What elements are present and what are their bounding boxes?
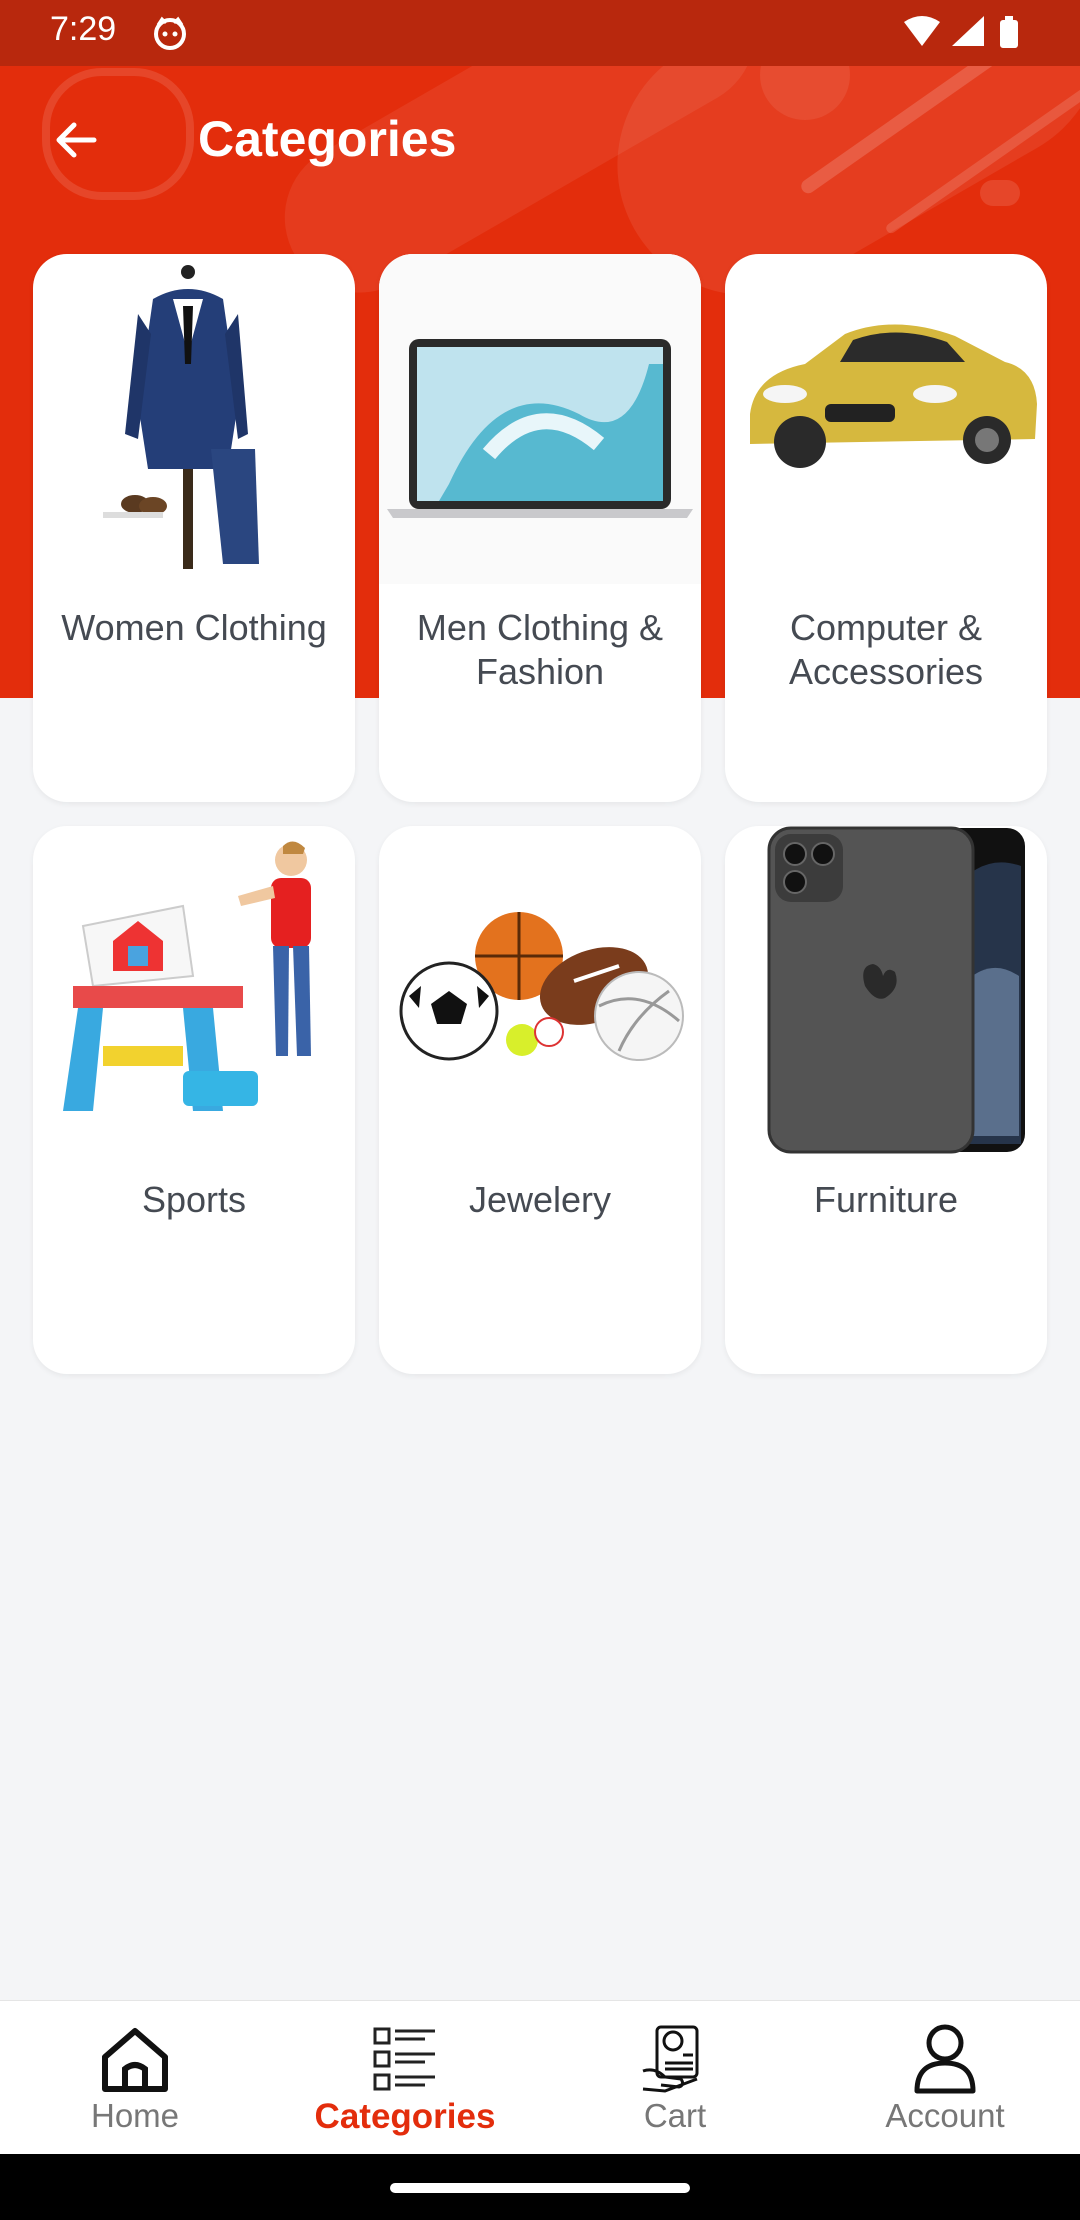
status-bar: 7:29 [0,0,1080,66]
category-card-computer-accessories[interactable]: Computer & Accessories [725,254,1047,802]
nav-label: Home [90,2097,180,2134]
page-title: Categories [198,111,457,167]
wifi-icon [904,16,940,46]
category-card-men-clothing-fashion[interactable]: Men Clothing & Fashion [379,254,701,802]
home-icon [102,2028,168,2092]
category-image-suit [103,265,259,569]
categories-screen: 7:29 Categories Women Clothing Men Cloth… [0,0,1080,2220]
category-card-women-clothing[interactable]: Women Clothing [33,254,355,802]
nav-item-cart[interactable]: Cart [540,2001,810,2155]
status-icons [904,16,1018,48]
category-label: Computer & Accessories [788,607,984,692]
categories-icon [373,2027,435,2091]
arrow-left-icon [56,122,97,158]
category-image-laptop [379,254,701,584]
signal-icon [952,16,984,46]
nav-label: Categories [314,2097,496,2136]
notification-app-icon [154,16,186,50]
category-label: Men Clothing & Fashion [416,607,664,692]
bottom-navigation: Home Categories Cart Account [0,2000,1080,2155]
category-image-car [750,324,1037,468]
category-image-sports-balls [399,912,684,1061]
category-label: Jewelery [468,1179,612,1220]
cart-icon [642,2025,699,2093]
status-time: 7:29 [50,10,117,48]
back-button[interactable] [48,112,104,168]
category-card-jewelery[interactable]: Jewelery [379,826,701,1374]
nav-item-categories[interactable]: Categories [270,2001,540,2155]
home-gesture-handle[interactable] [390,2183,690,2193]
category-image-phone [767,826,1025,1154]
category-label: Furniture [813,1179,959,1220]
category-label: Sports [141,1179,247,1220]
nav-item-home[interactable]: Home [0,2001,270,2155]
nav-label: Cart [643,2097,707,2134]
battery-icon [1000,16,1018,48]
category-image-toy-desk [63,841,311,1111]
category-label: Women Clothing [61,607,327,648]
account-icon [914,2024,976,2094]
category-card-sports[interactable]: Sports [33,826,355,1374]
nav-label: Account [885,2097,1005,2134]
nav-item-account[interactable]: Account [810,2001,1080,2155]
category-card-furniture[interactable]: Furniture [725,826,1047,1374]
